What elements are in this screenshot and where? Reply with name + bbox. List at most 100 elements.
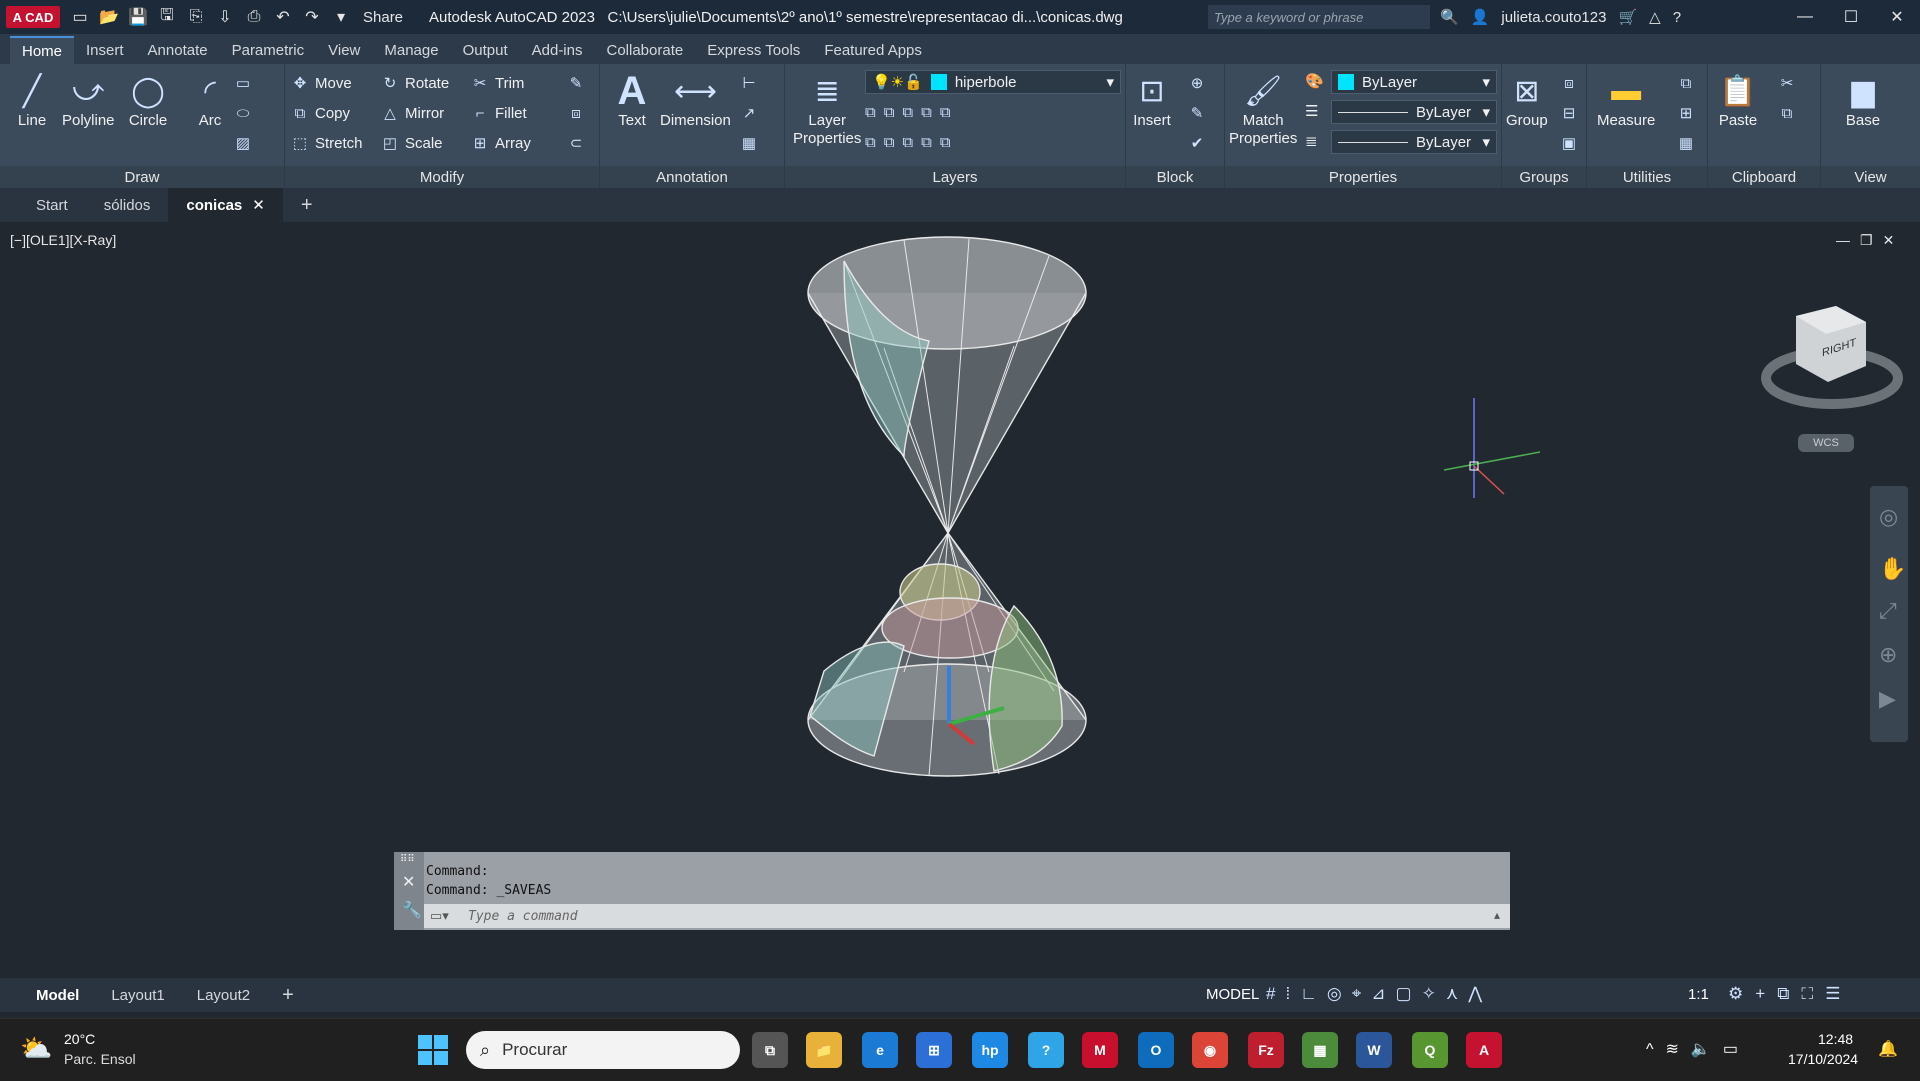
group-button[interactable]: ⊠ Group xyxy=(1506,70,1548,130)
menu-icon[interactable]: ☰ xyxy=(1825,984,1852,1003)
weather-temp[interactable]: 20°C xyxy=(64,1031,95,1047)
user-name[interactable]: julieta.couto123 xyxy=(1501,9,1606,26)
edge-icon[interactable]: e xyxy=(862,1032,898,1068)
tab-insert[interactable]: Insert xyxy=(74,36,136,64)
stretch-button[interactable]: ⬚ Stretch xyxy=(291,134,363,153)
copy-clip-button[interactable]: ⧉ xyxy=(1778,104,1796,122)
tab-annotate[interactable]: Annotate xyxy=(136,36,220,64)
chrome-icon[interactable]: ◉ xyxy=(1192,1032,1228,1068)
arc-button[interactable]: ◜ Arc xyxy=(190,70,230,130)
edit-block-button[interactable]: ✎ xyxy=(1188,104,1206,122)
hp-icon[interactable]: hp xyxy=(972,1032,1008,1068)
copy-button[interactable]: ⧉ Copy xyxy=(291,104,350,122)
tab-collaborate[interactable]: Collaborate xyxy=(594,36,695,64)
task-view-icon[interactable]: ⧉ xyxy=(752,1032,788,1068)
match-properties-button[interactable]: 🖌 Match Properties xyxy=(1229,70,1297,148)
clock-date[interactable]: 17/10/2024 xyxy=(1788,1051,1858,1067)
layout-tab-layout2[interactable]: Layout2 xyxy=(181,987,266,1004)
undo-icon[interactable]: ↶ xyxy=(273,7,293,27)
wcs-badge[interactable]: WCS xyxy=(1798,434,1854,452)
pan-icon[interactable]: ✋ xyxy=(1879,556,1906,582)
fillet-button[interactable]: ⌐ Fillet xyxy=(471,104,527,122)
mcafee-icon[interactable]: M xyxy=(1082,1032,1118,1068)
rotate-button[interactable]: ↻ Rotate xyxy=(381,74,450,93)
vp-minimize-icon[interactable]: — xyxy=(1836,232,1860,248)
line-button[interactable]: ╱ Line xyxy=(12,70,52,130)
close-command-icon[interactable]: ✕ xyxy=(402,872,415,892)
model-space-toggle[interactable]: MODEL xyxy=(1206,986,1259,1003)
showmotion-icon[interactable]: ▶ xyxy=(1879,686,1896,712)
steering-wheel-icon[interactable]: ◎ xyxy=(1879,504,1898,530)
qgis-icon[interactable]: Q xyxy=(1412,1032,1448,1068)
save-as-icon[interactable]: 🖫 xyxy=(157,7,177,27)
layers-panel-label[interactable]: Layers xyxy=(785,166,1125,188)
annotation-panel-label[interactable]: Annotation xyxy=(600,166,784,188)
tab-manage[interactable]: Manage xyxy=(372,36,450,64)
vp-close-icon[interactable]: ✕ xyxy=(1883,232,1905,248)
tab-home[interactable]: Home xyxy=(10,36,75,64)
doc-tab-conicas[interactable]: conicas ✕ xyxy=(168,188,283,222)
doc-tab-start[interactable]: Start xyxy=(18,188,86,222)
paste-button[interactable]: 📋 Paste xyxy=(1718,70,1758,130)
word-icon[interactable]: W xyxy=(1356,1032,1392,1068)
measure-button[interactable]: ▬ Measure xyxy=(1597,70,1655,129)
autodesk-icon[interactable]: △ xyxy=(1649,8,1661,26)
grip-icon[interactable]: ⠿⠿ xyxy=(400,854,415,865)
osnap-icon[interactable]: ⌖ xyxy=(1352,984,1372,1003)
view-panel-label[interactable]: View xyxy=(1821,166,1920,188)
filezilla-icon[interactable]: Fz xyxy=(1248,1032,1284,1068)
trim-button[interactable]: ✂ Trim xyxy=(471,74,525,93)
new-tab-button[interactable]: + xyxy=(283,188,331,222)
tab-express-tools[interactable]: Express Tools xyxy=(695,36,812,64)
base-button[interactable]: ▆ Base xyxy=(1843,70,1883,130)
add-layout-button[interactable]: + xyxy=(266,984,310,1007)
viewport-controls-label[interactable]: [−][OLE1][X-Ray] xyxy=(10,232,116,248)
explode-button[interactable]: ⧈ xyxy=(567,104,585,122)
clipboard-panel-label[interactable]: Clipboard xyxy=(1708,166,1820,188)
cut-button[interactable]: ✂ xyxy=(1778,74,1796,92)
polyline-button[interactable]: ⤻ Polyline xyxy=(62,70,115,129)
open-icon[interactable]: 📂 xyxy=(99,7,119,27)
group-select-button[interactable]: ▣ xyxy=(1560,134,1578,152)
insert-button[interactable]: ⊡ Insert xyxy=(1132,70,1172,130)
volume-icon[interactable]: 🔈 xyxy=(1691,1041,1723,1058)
text-button[interactable]: A Text xyxy=(612,69,652,130)
color-dropdown[interactable]: ByLayer ▾ xyxy=(1331,70,1497,94)
assistant-icon[interactable]: ? xyxy=(1028,1032,1064,1068)
tab-output[interactable]: Output xyxy=(451,36,520,64)
isolate-icon[interactable]: ⧉ xyxy=(1777,984,1801,1003)
clock-time[interactable]: 12:48 xyxy=(1818,1031,1853,1047)
scale-button[interactable]: ◰ Scale xyxy=(381,134,443,153)
notification-bell-icon[interactable]: 🔔 xyxy=(1878,1039,1898,1059)
create-block-button[interactable]: ⊕ xyxy=(1188,74,1206,92)
user-icon[interactable]: 👤 xyxy=(1471,8,1490,26)
command-prompt-icon[interactable]: ▭▾ xyxy=(430,908,449,924)
saveweb-icon[interactable]: ⎘ xyxy=(186,7,206,27)
calculator-button[interactable]: ▦ xyxy=(1677,134,1695,152)
hatch-button[interactable]: ▨ xyxy=(234,134,252,152)
circle-button[interactable]: ◯ Circle xyxy=(128,70,168,130)
help-search-input[interactable]: Type a keyword or phrase xyxy=(1208,5,1430,29)
lineweight-icon[interactable]: ≣ xyxy=(1305,132,1318,150)
annotation-scale-icon[interactable]: ⋀ xyxy=(1468,984,1492,1003)
ortho-icon[interactable]: ∟ xyxy=(1300,984,1327,1003)
layout-tab-layout1[interactable]: Layout1 xyxy=(95,987,180,1004)
photo-icon[interactable]: ▦ xyxy=(1302,1032,1338,1068)
attribute-button[interactable]: ✔ xyxy=(1188,134,1206,152)
store-icon[interactable]: ⊞ xyxy=(916,1032,952,1068)
layout-tab-model[interactable]: Model xyxy=(20,987,95,1004)
autocad-taskbar-icon[interactable]: A xyxy=(1466,1032,1502,1068)
select-all-button[interactable]: ⊞ xyxy=(1677,104,1695,122)
weather-icon[interactable]: ⛅ xyxy=(20,1033,52,1064)
taskbar-search[interactable]: ⌕ Procurar xyxy=(466,1031,740,1069)
draw-panel-label[interactable]: Draw xyxy=(0,166,284,188)
help-icon[interactable]: ? xyxy=(1673,9,1681,26)
search-icon[interactable]: 🔍 xyxy=(1440,8,1459,26)
offset-button[interactable]: ⊂ xyxy=(567,134,585,152)
tab-parametric[interactable]: Parametric xyxy=(220,36,317,64)
maximize-button[interactable]: ☐ xyxy=(1828,0,1874,34)
group-edit-button[interactable]: ⊟ xyxy=(1560,104,1578,122)
lineweight-dropdown[interactable]: ByLayer ▾ xyxy=(1331,130,1497,154)
file-explorer-icon[interactable]: 📁 xyxy=(806,1032,842,1068)
vp-restore-icon[interactable]: ❐ xyxy=(1860,232,1883,248)
